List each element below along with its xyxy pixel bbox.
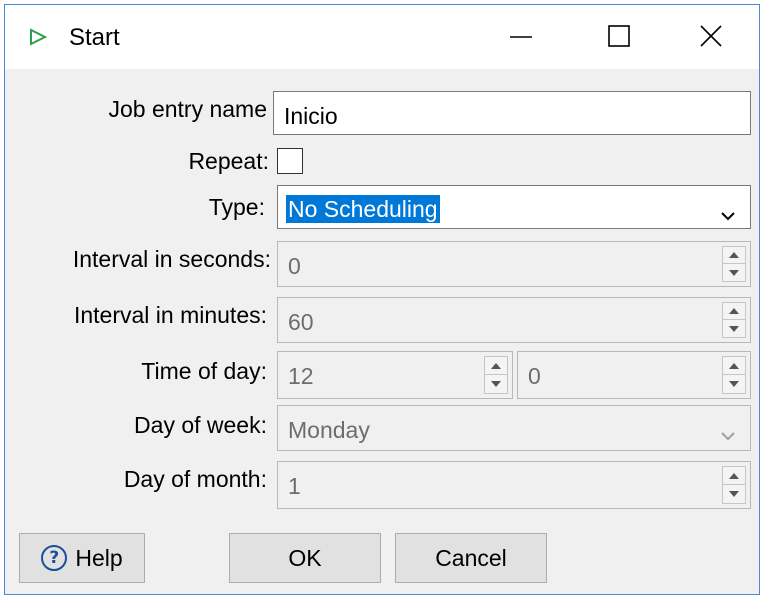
hour-spinner[interactable] — [484, 356, 508, 394]
type-selected-value: No Scheduling — [286, 195, 440, 223]
job-entry-name-label: Job entry name — [108, 96, 267, 122]
spin-down-icon[interactable] — [723, 485, 745, 503]
time-of-day-hour-value: 12 — [288, 363, 314, 389]
spin-up-icon[interactable] — [723, 303, 745, 320]
spin-down-icon[interactable] — [485, 375, 507, 393]
spin-up-icon[interactable] — [723, 467, 745, 485]
interval-minutes-label: Interval in minutes: — [73, 302, 267, 328]
chevron-down-icon[interactable] — [720, 420, 736, 448]
spin-up-icon[interactable] — [723, 357, 745, 375]
day-of-month-input[interactable]: 1 — [277, 461, 751, 509]
cancel-button[interactable]: Cancel — [395, 533, 547, 583]
time-of-day-minute-input[interactable]: 0 — [517, 351, 751, 399]
ok-button-label: OK — [288, 544, 322, 571]
day-of-week-label: Day of week: — [134, 412, 267, 438]
help-icon: ? — [41, 545, 68, 571]
minimize-button[interactable] — [491, 15, 551, 59]
maximize-button[interactable] — [589, 15, 649, 59]
ok-button[interactable]: OK — [229, 533, 381, 583]
time-of-day-minute-value: 0 — [528, 363, 541, 389]
interval-minutes-input[interactable]: 60 — [277, 297, 751, 343]
type-select[interactable]: No Scheduling — [277, 185, 751, 229]
title-bar: Start — [5, 5, 759, 69]
cancel-button-label: Cancel — [435, 544, 507, 571]
interval-seconds-spinner[interactable] — [722, 246, 746, 282]
spin-down-icon[interactable] — [723, 264, 745, 281]
help-button-label: Help — [75, 544, 123, 571]
day-of-month-label: Day of month: — [123, 466, 267, 492]
minute-spinner[interactable] — [722, 356, 746, 394]
repeat-checkbox[interactable] — [277, 148, 303, 174]
type-label: Type: — [208, 194, 265, 220]
spin-up-icon[interactable] — [485, 357, 507, 375]
day-of-month-spinner[interactable] — [722, 466, 746, 504]
spin-up-icon[interactable] — [723, 247, 745, 264]
interval-minutes-spinner[interactable] — [722, 302, 746, 338]
interval-minutes-value: 60 — [288, 309, 314, 335]
help-button[interactable]: ? Help — [19, 533, 145, 583]
interval-seconds-input[interactable]: 0 — [277, 241, 751, 287]
window-title: Start — [69, 24, 120, 51]
day-of-week-value: Monday — [288, 417, 370, 443]
play-icon — [29, 28, 48, 46]
interval-seconds-value: 0 — [288, 253, 301, 279]
chevron-down-icon[interactable] — [720, 200, 736, 228]
time-of-day-label: Time of day: — [141, 358, 267, 384]
day-of-week-select[interactable]: Monday — [277, 405, 751, 451]
job-entry-name-input[interactable]: Inicio — [273, 91, 751, 135]
spin-down-icon[interactable] — [723, 375, 745, 393]
repeat-label: Repeat: — [188, 148, 269, 174]
interval-seconds-label: Interval in seconds: — [72, 246, 271, 272]
job-entry-name-value: Inicio — [284, 103, 338, 129]
spin-down-icon[interactable] — [723, 320, 745, 337]
close-button[interactable] — [681, 15, 741, 59]
day-of-month-value: 1 — [288, 473, 301, 499]
time-of-day-hour-input[interactable]: 12 — [277, 351, 513, 399]
start-dialog: Start Job entry name Inicio Repeat: Type… — [4, 4, 760, 595]
